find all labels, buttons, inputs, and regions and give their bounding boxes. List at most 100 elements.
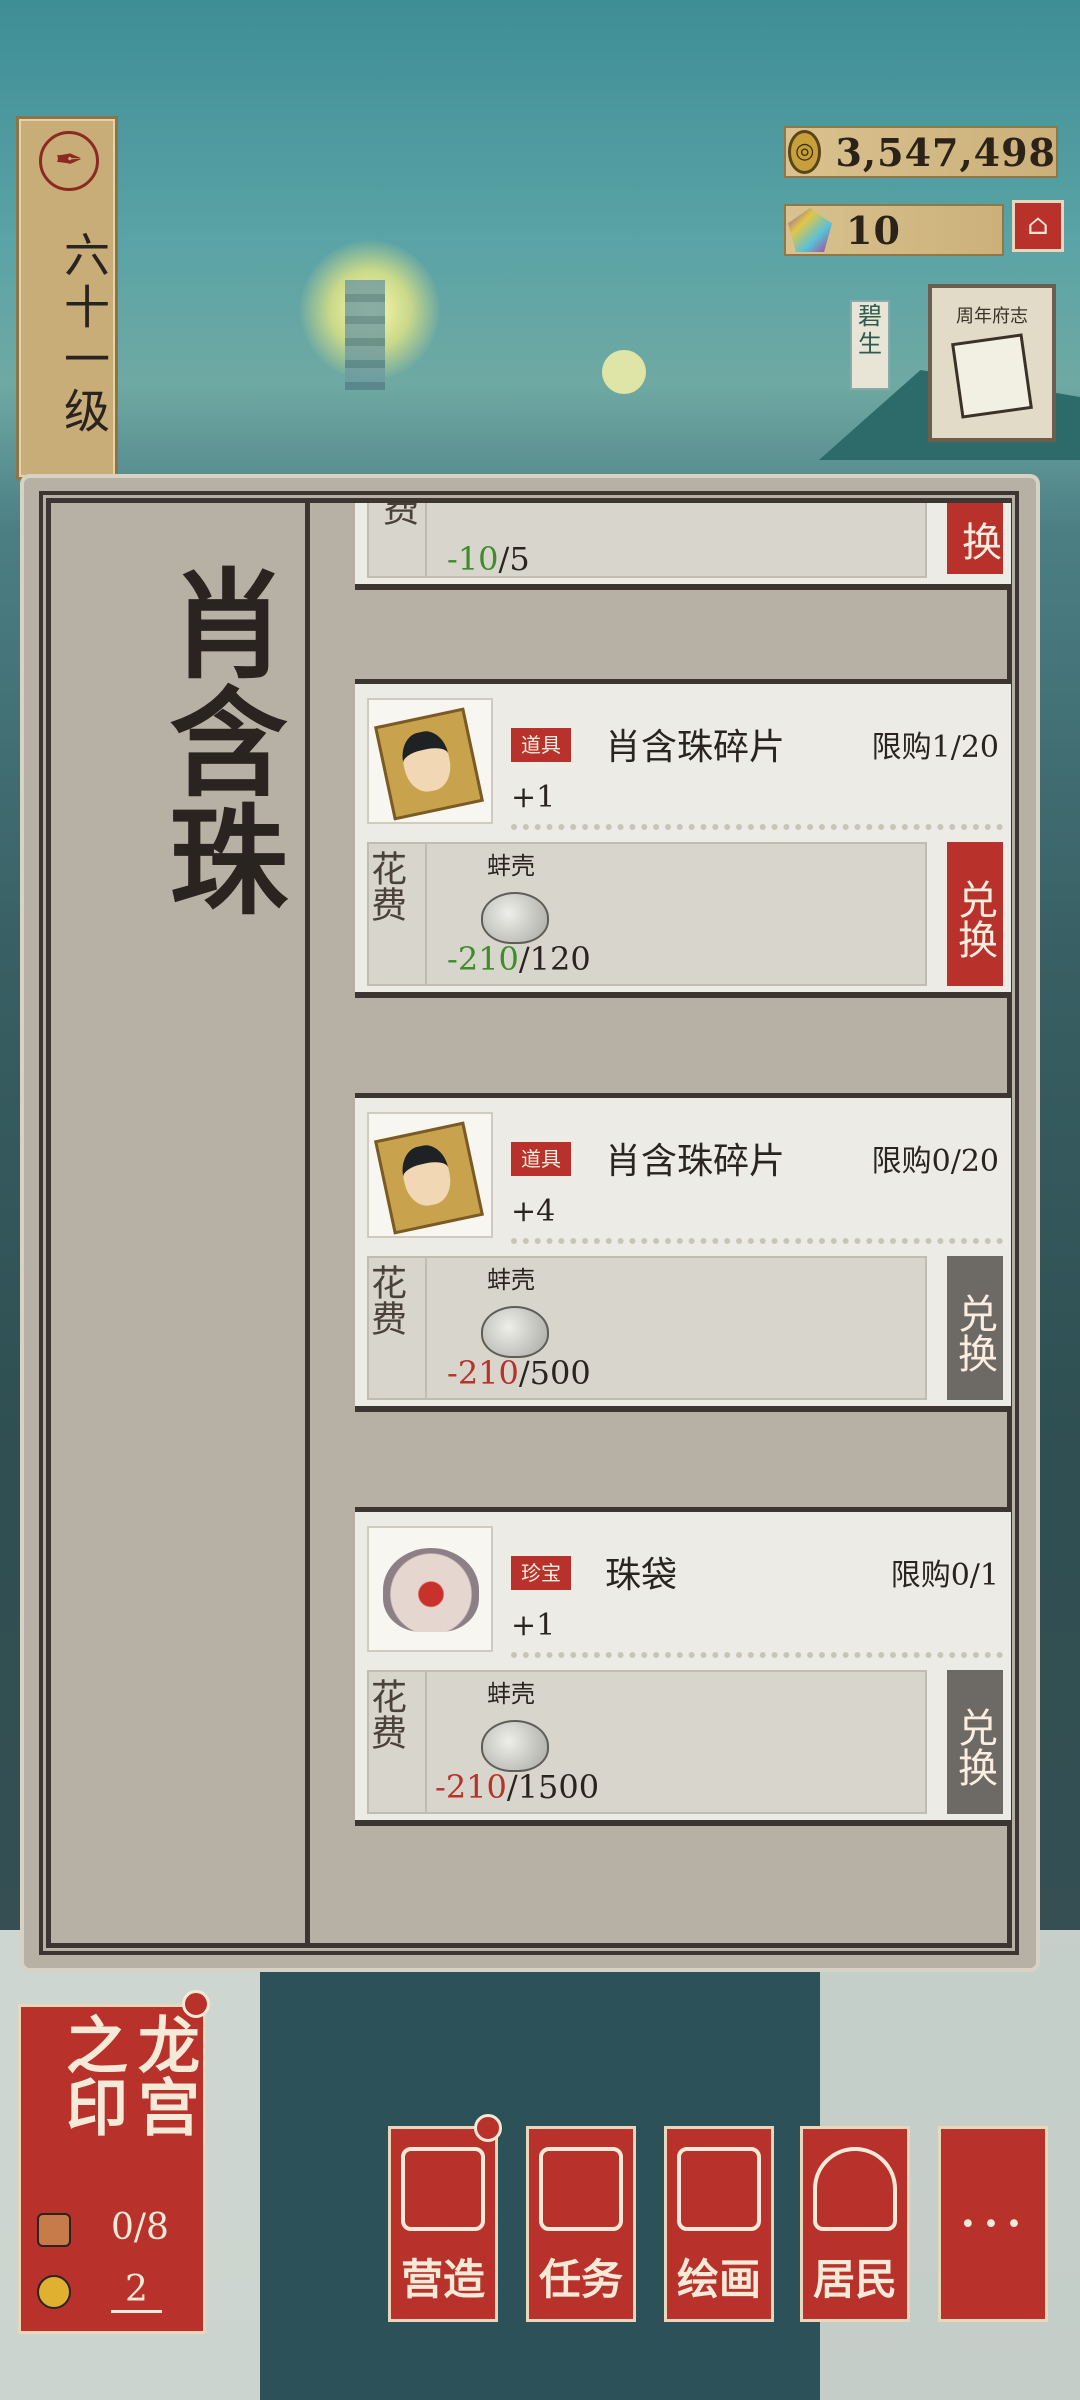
cost-box: 花费 蚌壳 -210/1500 bbox=[365, 1670, 927, 1814]
portrait-face bbox=[397, 727, 456, 796]
material-name: 蚌壳 bbox=[487, 852, 535, 880]
nav-label: 营造 bbox=[400, 2255, 485, 2304]
background-pagoda bbox=[345, 280, 385, 390]
cost-need: /120 bbox=[518, 940, 591, 978]
exchange-button[interactable]: 换 bbox=[947, 503, 1003, 574]
gem-counter: 10 bbox=[784, 204, 1004, 256]
item-icon-box bbox=[367, 1112, 493, 1238]
scroll-icon bbox=[677, 2147, 761, 2231]
seal-notification-dot bbox=[182, 1990, 210, 2018]
nav-residents-button[interactable]: 居民 bbox=[800, 2126, 910, 2322]
more-icon: ··· bbox=[958, 2189, 1028, 2259]
level-emblem-icon: ✒ bbox=[39, 131, 99, 191]
exchange-card: 珍宝 珠袋 限购0/1 +1 花费 蚌壳 -210/1500 兑换 bbox=[355, 1507, 1011, 1826]
cost-box: 花费 蚌壳 -210/500 bbox=[365, 1256, 927, 1400]
material-name: 蚌壳 bbox=[487, 1266, 535, 1294]
nav-label: 居民 bbox=[812, 2255, 897, 2304]
seal-count: 0/8 bbox=[111, 2207, 169, 2248]
cost-box: 花费 蚌壳 -210/120 bbox=[365, 842, 927, 986]
cost-separator bbox=[425, 1672, 427, 1812]
coral-shell-pouch-icon bbox=[383, 1548, 479, 1632]
exchange-button[interactable]: 兑换 bbox=[947, 842, 1003, 986]
item-name: 珠袋 bbox=[605, 1555, 678, 1596]
nav-more-button[interactable]: ··· bbox=[938, 2126, 1048, 2322]
task-book-icon bbox=[539, 2147, 623, 2231]
cost-box: 费 -10/5 bbox=[367, 503, 927, 578]
purchase-limit: 限购1/20 bbox=[871, 730, 999, 765]
cost-value: -210/500 bbox=[447, 1354, 591, 1392]
side-tag[interactable]: 碧生 bbox=[850, 300, 890, 390]
material-name: 蚌壳 bbox=[487, 1680, 535, 1708]
panel-frame: 肖含珠 费 -10/5 换 道具 肖含珠碎片 限购1/20 +1 花费 蚌壳 -… bbox=[46, 498, 1012, 1948]
panel-title: 肖含珠 bbox=[149, 563, 288, 917]
item-tag: 珍宝 bbox=[511, 1556, 571, 1590]
item-tag: 道具 bbox=[511, 728, 571, 762]
item-name: 肖含珠碎片 bbox=[605, 727, 786, 768]
cost-label: 费 bbox=[377, 503, 418, 526]
cost-label: 花费 bbox=[365, 1678, 406, 1750]
purchase-limit: 限购0/1 bbox=[890, 1558, 999, 1593]
nav-label: 任务 bbox=[538, 2255, 623, 2304]
seal-title: 龙宫之印 bbox=[55, 2013, 200, 2137]
gem-value: 10 bbox=[846, 207, 901, 253]
exchange-card: 费 -10/5 换 bbox=[355, 503, 1011, 590]
seal-count-row: 0/8 bbox=[37, 2207, 169, 2248]
exchange-list[interactable]: 费 -10/5 换 道具 肖含珠碎片 限购1/20 +1 花费 蚌壳 -210/… bbox=[335, 503, 1015, 1943]
cost-need: /5 bbox=[498, 540, 530, 578]
nav-tasks-button[interactable]: 任务 bbox=[526, 2126, 636, 2322]
nav-label: 绘画 bbox=[676, 2255, 761, 2304]
seal-num-row: 2 bbox=[37, 2269, 162, 2313]
cost-have: -210 bbox=[447, 1354, 519, 1392]
level-label: 六十一级 bbox=[57, 231, 111, 439]
chronicle-book-icon bbox=[951, 333, 1033, 419]
level-banner[interactable]: ✒ 六十一级 bbox=[16, 116, 118, 480]
cost-value: -10/5 bbox=[447, 540, 530, 578]
item-quantity: +1 bbox=[511, 780, 556, 815]
item-quantity: +1 bbox=[511, 1608, 556, 1643]
cost-value: -210/120 bbox=[447, 940, 591, 978]
clam-shell-icon bbox=[481, 1306, 549, 1358]
cost-separator bbox=[425, 844, 427, 984]
exchange-card: 道具 肖含珠碎片 限购0/20 +4 花费 蚌壳 -210/500 兑换 bbox=[355, 1093, 1011, 1412]
cost-label: 花费 bbox=[365, 1264, 406, 1336]
seal-number: 2 bbox=[111, 2269, 162, 2313]
nav-build-notification-dot bbox=[474, 2114, 502, 2142]
gem-icon bbox=[788, 208, 832, 252]
coin-counter: ◎ 3,547,498 bbox=[784, 126, 1058, 178]
building-icon bbox=[401, 2147, 485, 2231]
cost-label: 花费 bbox=[365, 850, 406, 922]
cost-separator bbox=[425, 503, 427, 576]
shop-button[interactable]: ⌂ bbox=[1012, 200, 1064, 252]
copper-coin-icon: ◎ bbox=[788, 130, 822, 174]
cost-need: /500 bbox=[518, 1354, 591, 1392]
background-moon bbox=[602, 350, 646, 394]
chronicle-label: 周年府志 bbox=[956, 306, 1028, 327]
dragon-palace-seal-card[interactable]: 龙宫之印 0/8 2 bbox=[18, 2004, 206, 2334]
anniversary-chronicle-button[interactable]: 周年府志 bbox=[928, 284, 1056, 442]
nav-painting-button[interactable]: 绘画 bbox=[664, 2126, 774, 2322]
cost-separator bbox=[425, 1258, 427, 1398]
purchase-limit: 限购0/20 bbox=[871, 1144, 999, 1179]
nav-build-button[interactable]: 营造 bbox=[388, 2126, 498, 2322]
item-name: 肖含珠碎片 bbox=[605, 1141, 786, 1182]
clam-shell-icon bbox=[481, 892, 549, 944]
cost-need: /1500 bbox=[506, 1768, 600, 1806]
exchange-button[interactable]: 兑换 bbox=[947, 1670, 1003, 1814]
figure-icon bbox=[37, 2213, 71, 2247]
item-quantity: +4 bbox=[511, 1194, 556, 1229]
portrait-face bbox=[397, 1141, 456, 1210]
coin-value: 3,547,498 bbox=[835, 129, 1056, 175]
item-tag: 道具 bbox=[511, 1142, 571, 1176]
cost-have: -10 bbox=[447, 540, 499, 578]
item-icon-box bbox=[367, 1526, 493, 1652]
exchange-card: 道具 肖含珠碎片 限购1/20 +1 花费 蚌壳 -210/120 兑换 bbox=[355, 679, 1011, 998]
portrait-fragment-icon bbox=[374, 1121, 484, 1235]
exchange-button[interactable]: 兑换 bbox=[947, 1256, 1003, 1400]
resident-icon bbox=[813, 2147, 897, 2231]
panel-divider bbox=[305, 503, 310, 1943]
portrait-fragment-icon bbox=[374, 707, 484, 821]
cost-have: -210 bbox=[435, 1768, 507, 1806]
item-icon-box bbox=[367, 698, 493, 824]
cost-have: -210 bbox=[447, 940, 519, 978]
face-icon bbox=[37, 2275, 71, 2309]
